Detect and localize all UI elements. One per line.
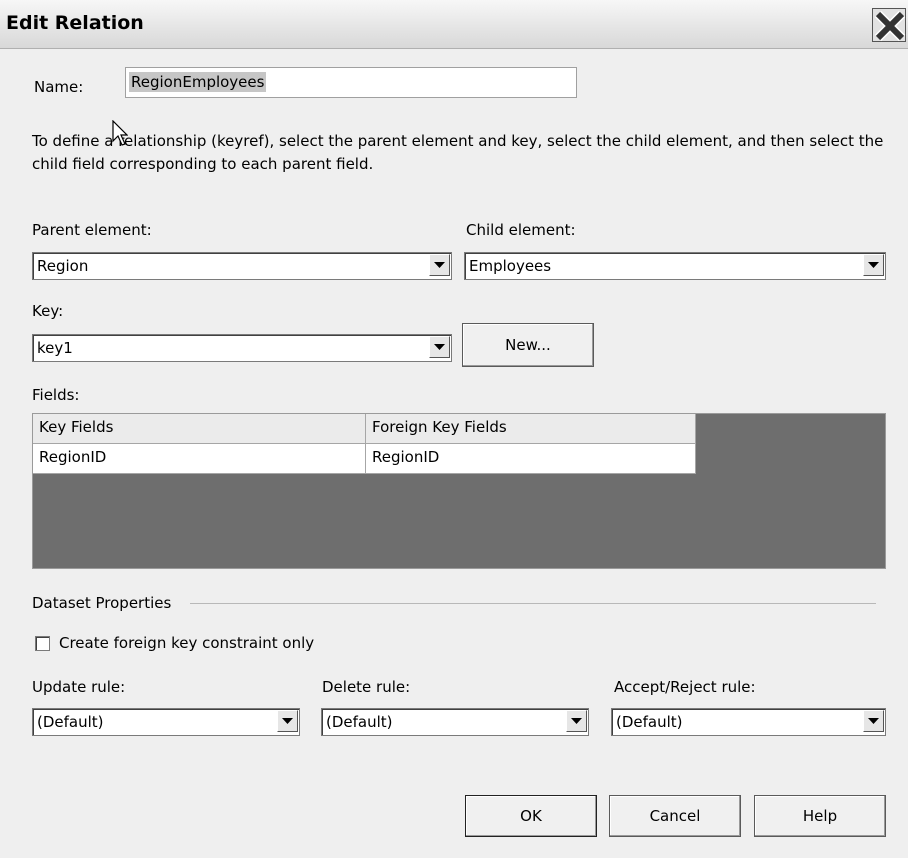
name-value: RegionEmployees (129, 72, 267, 92)
foreign-key-only-checkbox[interactable] (35, 636, 50, 651)
update-rule-value: (Default) (37, 713, 104, 731)
dropdown-button[interactable] (863, 710, 884, 732)
key-label: Key: (32, 302, 64, 320)
update-rule-label: Update rule: (32, 678, 126, 696)
close-button[interactable] (872, 8, 906, 42)
update-rule-select[interactable]: (Default) (32, 708, 300, 736)
foreign-key-only-label: Create foreign key constraint only (59, 634, 315, 652)
cancel-button[interactable]: Cancel (609, 795, 741, 837)
column-header-key-fields[interactable]: Key Fields (33, 414, 366, 444)
dropdown-button[interactable] (277, 710, 298, 732)
parent-element-value: Region (37, 257, 89, 275)
close-icon (874, 10, 906, 42)
table-cell-foreign-key-field[interactable]: RegionID (366, 444, 696, 474)
accept-reject-rule-select[interactable]: (Default) (611, 708, 886, 736)
child-element-label: Child element: (466, 221, 576, 239)
key-select[interactable]: key1 (32, 334, 452, 362)
accept-reject-rule-value: (Default) (616, 713, 683, 731)
instructions-text: To define a relationship (keyref), selec… (32, 132, 884, 173)
dropdown-button[interactable] (429, 254, 450, 276)
delete-rule-select[interactable]: (Default) (321, 708, 589, 736)
chevron-down-icon (571, 718, 582, 724)
name-label: Name: (34, 78, 84, 96)
chevron-down-icon (868, 262, 879, 268)
dropdown-button[interactable] (429, 336, 450, 358)
table-cell-key-field[interactable]: RegionID (33, 444, 366, 474)
help-button[interactable]: Help (754, 795, 886, 837)
group-divider (190, 603, 876, 604)
title-bar[interactable]: Edit Relation (0, 0, 908, 49)
mouse-cursor-icon (112, 120, 128, 146)
delete-rule-label: Delete rule: (322, 678, 411, 696)
name-field[interactable]: RegionEmployees (125, 67, 577, 98)
accept-reject-rule-label: Accept/Reject rule: (614, 678, 756, 696)
ok-button[interactable]: OK (465, 795, 597, 837)
child-element-value: Employees (469, 257, 552, 275)
parent-element-select[interactable]: Region (32, 252, 452, 280)
chevron-down-icon (434, 344, 445, 350)
delete-rule-value: (Default) (326, 713, 393, 731)
dataset-properties-label: Dataset Properties (32, 594, 172, 612)
fields-label: Fields: (32, 386, 80, 404)
parent-element-label: Parent element: (32, 221, 152, 239)
new-key-button[interactable]: New... (462, 323, 594, 367)
dropdown-button[interactable] (566, 710, 587, 732)
chevron-down-icon (868, 718, 879, 724)
fields-grid[interactable]: Key Fields Foreign Key Fields RegionID R… (32, 413, 886, 569)
child-element-select[interactable]: Employees (464, 252, 886, 280)
key-value: key1 (37, 339, 73, 357)
dropdown-button[interactable] (863, 254, 884, 276)
column-header-foreign-key-fields[interactable]: Foreign Key Fields (366, 414, 696, 444)
chevron-down-icon (434, 262, 445, 268)
chevron-down-icon (282, 718, 293, 724)
dialog-title: Edit Relation (6, 12, 144, 34)
